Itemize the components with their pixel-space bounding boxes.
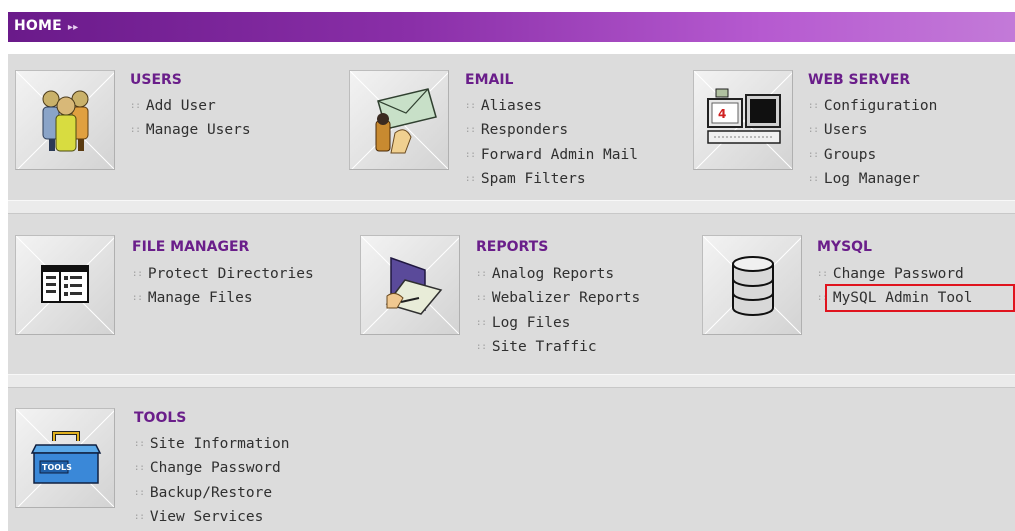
link-label: Add User: [145, 98, 216, 114]
section-title-tools[interactable]: TOOLS: [134, 410, 186, 426]
link-label: Site Traffic: [491, 338, 597, 355]
bullet-icon: ::: [465, 125, 476, 136]
link-aliases[interactable]: :: Aliases: [465, 94, 638, 118]
bullet-icon: ::: [134, 511, 145, 522]
bullet-icon: ::: [130, 125, 141, 136]
bullet-icon: ::: [465, 149, 476, 160]
link-manage-users[interactable]: :: Manage Users: [130, 118, 251, 142]
breadcrumb-home[interactable]: HOME ▸▸: [14, 18, 78, 34]
link-mysql-change-password[interactable]: :: Change Password: [817, 262, 973, 286]
users-icon[interactable]: [15, 70, 115, 170]
svg-text:TOOLS: TOOLS: [42, 463, 72, 472]
link-label: Users: [823, 122, 868, 139]
file-manager-links: :: Protect Directories :: Manage Files: [132, 262, 314, 311]
link-label: Manage Files: [147, 290, 253, 307]
bullet-icon: ::: [817, 269, 828, 279]
section-title-reports[interactable]: REPORTS: [476, 239, 548, 255]
link-label: Groups: [823, 146, 877, 163]
bullet-icon: ::: [808, 149, 819, 160]
reports-links: :: Analog Reports :: Webalizer Reports :: L…: [476, 262, 640, 359]
web-server-icon[interactable]: 4: [693, 70, 793, 170]
link-forward-admin-mail[interactable]: :: Forward Admin Mail: [465, 143, 638, 167]
link-label: Change Password: [832, 266, 964, 282]
link-add-user[interactable]: :: Add User: [130, 94, 251, 118]
bullet-icon: ::: [132, 293, 143, 304]
link-log-files[interactable]: :: Log Files: [476, 311, 640, 335]
link-label: Webalizer Reports: [491, 290, 641, 307]
web-server-links: :: Configuration :: Users :: Groups :: Log M…: [808, 94, 937, 191]
bullet-icon: ::: [808, 125, 819, 136]
link-log-manager[interactable]: :: Log Manager: [808, 167, 937, 191]
link-label: Manage Users: [145, 122, 251, 139]
link-configuration[interactable]: :: Configuration: [808, 94, 937, 118]
tools-links: :: Site Information :: Change Password :: B…: [134, 432, 290, 529]
users-links: :: Add User :: Manage Users: [130, 94, 251, 143]
link-view-services[interactable]: :: View Services: [134, 505, 290, 529]
row-separator: [8, 200, 1015, 214]
bullet-icon: ::: [134, 487, 145, 498]
bullet-icon: ::: [476, 317, 487, 328]
link-label: Forward Admin Mail: [480, 146, 638, 163]
bullet-icon: ::: [476, 269, 487, 279]
link-label: Protect Directories: [147, 266, 314, 282]
link-label: Backup/Restore: [149, 484, 273, 501]
link-protect-directories[interactable]: :: Protect Directories: [132, 262, 314, 286]
link-site-information[interactable]: :: Site Information: [134, 432, 290, 456]
link-label: Analog Reports: [491, 266, 615, 282]
section-title-file-manager[interactable]: FILE MANAGER: [132, 239, 249, 255]
link-label: View Services: [149, 508, 264, 525]
link-backup-restore[interactable]: :: Backup/Restore: [134, 481, 290, 505]
link-label: Log Manager: [823, 170, 920, 187]
toolbox-icon[interactable]: TOOLS: [15, 408, 115, 508]
database-icon[interactable]: [702, 235, 802, 335]
bullet-icon: ::: [808, 173, 819, 184]
link-label: Change Password: [149, 460, 281, 477]
link-users[interactable]: :: Users: [808, 118, 937, 142]
breadcrumb-arrows: ▸▸: [67, 22, 79, 33]
bullet-icon: ::: [132, 269, 143, 279]
breadcrumb-bar: HOME ▸▸: [8, 12, 1015, 42]
bullet-icon: ::: [130, 101, 141, 111]
link-manage-files[interactable]: :: Manage Files: [132, 286, 314, 310]
link-label: Spam Filters: [480, 170, 586, 187]
bullet-icon: ::: [808, 101, 819, 111]
link-webalizer-reports[interactable]: :: Webalizer Reports: [476, 286, 640, 310]
link-label: Responders: [480, 122, 569, 139]
bullet-icon: ::: [134, 463, 145, 474]
file-manager-icon[interactable]: [15, 235, 115, 335]
section-title-web-server[interactable]: WEB SERVER: [808, 72, 910, 88]
link-tools-change-password[interactable]: :: Change Password: [134, 456, 290, 480]
link-label: Aliases: [480, 98, 542, 114]
svg-text:4: 4: [718, 107, 726, 121]
section-title-mysql[interactable]: MYSQL: [817, 239, 872, 255]
link-groups[interactable]: :: Groups: [808, 143, 937, 167]
bullet-icon: ::: [476, 341, 487, 352]
link-label: Log Files: [491, 314, 571, 331]
bullet-icon: ::: [465, 173, 476, 184]
link-spam-filters[interactable]: :: Spam Filters: [465, 167, 638, 191]
bullet-icon: ::: [134, 439, 145, 449]
row-separator: [8, 374, 1015, 388]
link-label: Site Information: [149, 436, 290, 452]
email-links: :: Aliases :: Responders :: Forward Admin M…: [465, 94, 638, 191]
link-analog-reports[interactable]: :: Analog Reports: [476, 262, 640, 286]
reports-icon[interactable]: [360, 235, 460, 335]
section-title-email[interactable]: EMAIL: [465, 72, 513, 88]
link-label: Configuration: [823, 98, 938, 114]
section-title-users[interactable]: USERS: [130, 72, 182, 88]
link-responders[interactable]: :: Responders: [465, 118, 638, 142]
bullet-icon: ::: [465, 101, 476, 111]
link-site-traffic[interactable]: :: Site Traffic: [476, 335, 640, 359]
highlight-box: [825, 284, 1015, 312]
bullet-icon: ::: [476, 293, 487, 304]
email-icon[interactable]: [349, 70, 449, 170]
